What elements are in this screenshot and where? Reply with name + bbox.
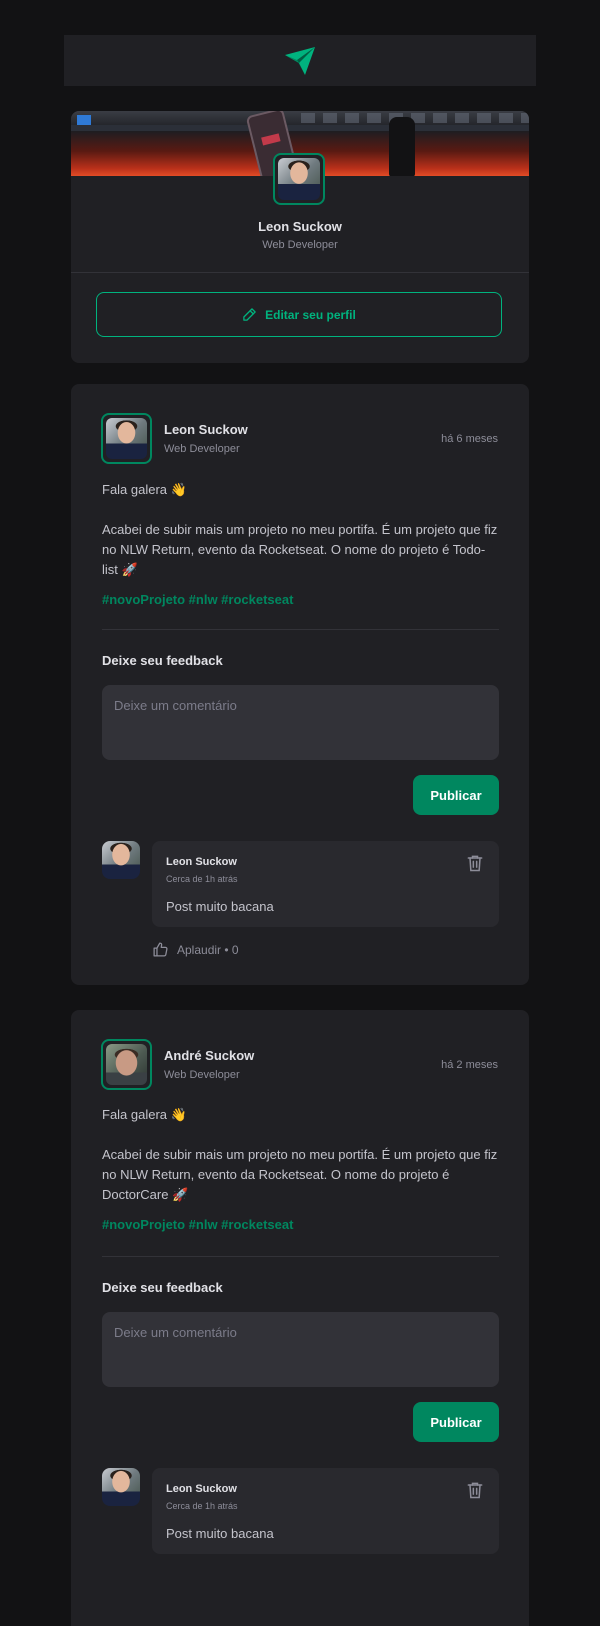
post-hashtags[interactable]: #novoProjeto #nlw #rocketseat [102, 1217, 293, 1232]
post-greeting: Fala galera 👋 [102, 482, 187, 497]
comment-author: Leon Suckow [166, 856, 237, 868]
app-header [64, 35, 536, 86]
post-body: Acabei de subir mais um projeto no meu p… [102, 522, 498, 577]
post-time: há 6 meses [441, 433, 498, 445]
pencil-icon [243, 308, 256, 321]
profile-avatar[interactable] [273, 153, 325, 205]
publish-button[interactable]: Publicar [413, 775, 499, 815]
edit-profile-label: Editar seu perfil [265, 307, 356, 322]
post-body: Acabei de subir mais um projeto no meu p… [102, 1147, 498, 1202]
post-author-role: Web Developer [164, 1069, 240, 1081]
comment-box: Leon Suckow Cerca de 1h atrás Post muito… [152, 1468, 499, 1554]
publish-button[interactable]: Publicar [413, 1402, 499, 1442]
post-card: André Suckow Web Developer há 2 meses Fa… [71, 1010, 529, 1626]
comment-text: Post muito bacana [166, 1526, 274, 1541]
trash-icon [467, 1482, 483, 1499]
applaud-button[interactable]: Aplaudir • 0 [152, 941, 239, 958]
post-author-role: Web Developer [164, 443, 240, 455]
profile-divider [71, 272, 529, 273]
comment-box: Leon Suckow Cerca de 1h atrás Post muito… [152, 841, 499, 927]
post-greeting: Fala galera 👋 [102, 1107, 187, 1122]
post-divider [102, 1256, 499, 1257]
post-time: há 2 meses [441, 1059, 498, 1071]
profile-role: Web Developer [262, 239, 338, 251]
comment-avatar[interactable] [102, 1468, 140, 1506]
post-author-avatar[interactable] [101, 413, 152, 464]
post-author-avatar[interactable] [101, 1039, 152, 1090]
comment-input[interactable] [102, 685, 499, 760]
post-author-name[interactable]: André Suckow [164, 1048, 254, 1063]
delete-comment-button[interactable] [465, 853, 485, 873]
comment-author: Leon Suckow [166, 1483, 237, 1495]
feedback-title: Deixe seu feedback [102, 653, 223, 668]
trash-icon [467, 855, 483, 872]
comment-avatar[interactable] [102, 841, 140, 879]
thumbs-up-icon [153, 942, 168, 957]
comment-time: Cerca de 1h atrás [166, 874, 238, 884]
comment-time: Cerca de 1h atrás [166, 1501, 238, 1511]
delete-comment-button[interactable] [465, 1480, 485, 1500]
ignite-logo-icon[interactable] [285, 46, 315, 75]
applaud-label: Aplaudir • 0 [177, 942, 239, 957]
post-hashtags[interactable]: #novoProjeto #nlw #rocketseat [102, 592, 293, 607]
profile-card: Leon Suckow Web Developer Editar seu per… [71, 111, 529, 363]
post-author-name[interactable]: Leon Suckow [164, 422, 248, 437]
post-card: Leon Suckow Web Developer há 6 meses Fal… [71, 384, 529, 985]
edit-profile-button[interactable]: Editar seu perfil [96, 292, 502, 337]
feedback-title: Deixe seu feedback [102, 1280, 223, 1295]
comment-text: Post muito bacana [166, 899, 274, 914]
post-divider [102, 629, 499, 630]
comment-input[interactable] [102, 1312, 499, 1387]
profile-name: Leon Suckow [258, 219, 342, 234]
